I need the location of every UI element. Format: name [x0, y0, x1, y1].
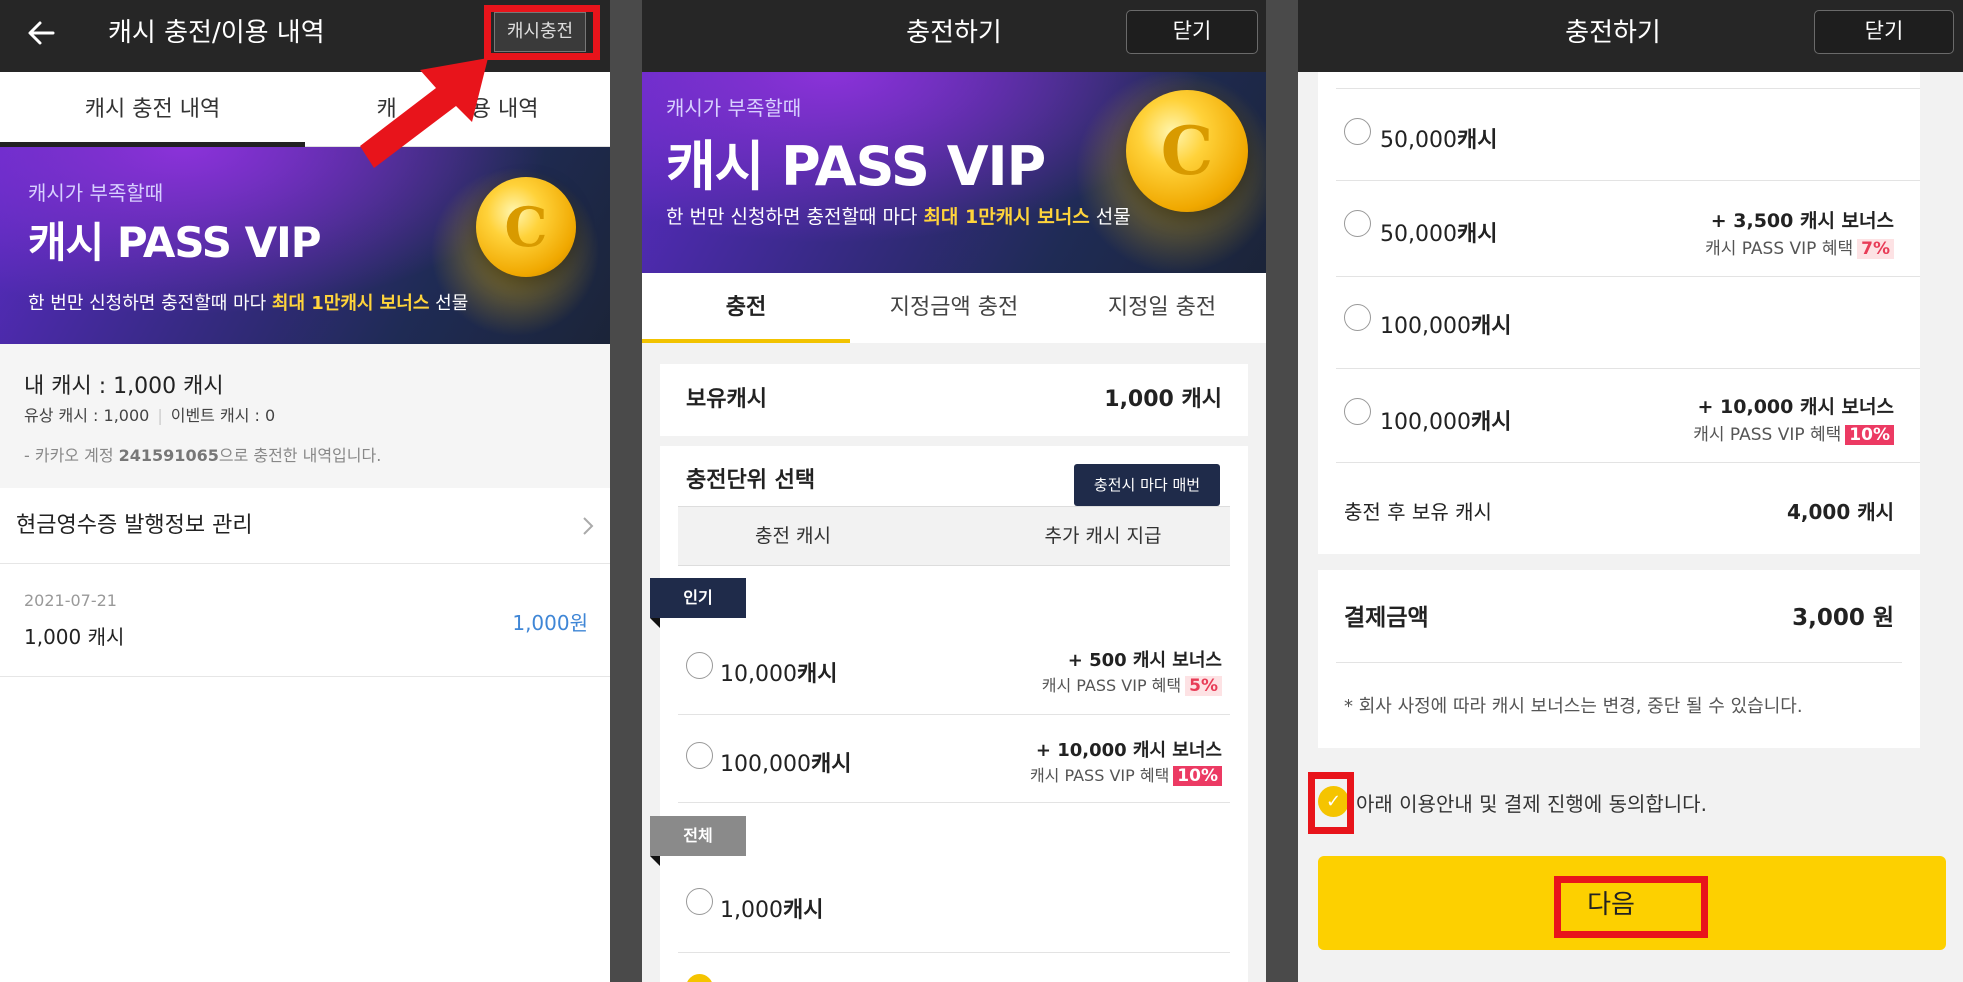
flag-popular: 인기 [650, 578, 746, 628]
column-header: 충전 캐시 추가 캐시 지급 [678, 506, 1230, 566]
highlight-next-button [1554, 876, 1708, 938]
close-button[interactable]: 닫기 [1126, 10, 1258, 54]
option-radio[interactable] [1344, 118, 1371, 145]
history-price: 1,000원 [512, 611, 588, 635]
option-vip: 캐시 PASS VIP 혜택 5% [1042, 672, 1222, 696]
bonus-notice: * 회사 사정에 따라 캐시 보너스는 변경, 중단 될 수 있습니다. [1344, 696, 1803, 717]
vip-banner[interactable]: 캐시가 부족할때 캐시 PASS VIP 한 번만 신청하면 충전할때 마다 최… [642, 72, 1266, 273]
banner-subtitle: 한 번만 신청하면 충전할때 마다 최대 1만캐시 보너스 선물 [28, 293, 469, 314]
option-amount: 10,000캐시 [720, 662, 838, 687]
receipt-settings-link[interactable]: 현금영수증 발행정보 관리 [0, 488, 610, 564]
history-row[interactable]: 2021-07-21 1,000 캐시 1,000원 [0, 565, 610, 677]
option-amount: 100,000캐시 [720, 752, 852, 777]
balance-value: 1,000 캐시 [1104, 387, 1222, 412]
agree-label: 아래 이용안내 및 결제 진행에 동의합니다. [1356, 792, 1707, 816]
vip-banner[interactable]: 캐시가 부족할때 캐시 PASS VIP 한 번만 신청하면 충전할때 마다 최… [0, 147, 610, 344]
tab-charge[interactable]: 충전 [642, 273, 850, 343]
option-bonus: + 3,500 캐시 보너스 [1710, 210, 1894, 232]
panel-cash-history: 캐시 충전/이용 내역 캐시충전 캐시 충전 내역 캐용 내역 캐시가 부족할때… [0, 0, 610, 982]
history-tabs: 캐시 충전 내역 캐용 내역 [0, 72, 610, 147]
coin-icon: C [1126, 90, 1248, 212]
account-note: - 카카오 계정 241591065으로 충전한 내역입니다. [24, 446, 382, 465]
option-radio[interactable] [686, 888, 713, 915]
paid-cash: 유상 캐시 : 1,000 [24, 406, 150, 425]
highlight-agree-checkbox [1308, 772, 1354, 834]
bonus-tooltip: 충전시 마다 매번 [1074, 464, 1220, 514]
highlight-charge-button [484, 5, 600, 60]
tab-fixed-amount[interactable]: 지정금액 충전 [850, 273, 1058, 343]
history-date: 2021-07-21 [24, 591, 117, 610]
after-balance-value: 4,000 캐시 [1786, 500, 1894, 524]
option-radio-selected[interactable] [686, 974, 713, 982]
banner-top-text: 캐시가 부족할때 [666, 96, 802, 120]
header: 충전하기 닫기 [1298, 0, 1963, 72]
event-cash: 이벤트 캐시 : 0 [170, 406, 276, 425]
payment-card: 결제금액 3,000 원 * 회사 사정에 따라 캐시 보너스는 변경, 중단 … [1318, 570, 1920, 748]
unit-select-card: 충전단위 선택 충전시 마다 매번 충전 캐시 추가 캐시 지급 인기 10,0… [650, 446, 1248, 982]
charge-type-tabs: 충전 지정금액 충전 지정일 충전 [642, 273, 1266, 343]
my-cash: 내 캐시 : 1,000 캐시 [24, 374, 224, 399]
flag-all: 전체 [650, 816, 746, 866]
back-arrow-icon[interactable] [26, 18, 56, 48]
chevron-right-icon [583, 517, 594, 535]
pay-amount-label: 결제금액 [1344, 605, 1429, 631]
page-title: 캐시 충전/이용 내역 [108, 18, 325, 48]
banner-subtitle: 한 번만 신청하면 충전할때 마다 최대 1만캐시 보너스 선물 [666, 206, 1131, 228]
tab-fixed-date[interactable]: 지정일 충전 [1058, 273, 1266, 343]
option-vip: 캐시 PASS VIP 혜택 10% [1030, 762, 1222, 786]
cash-breakdown: 유상 캐시 : 1,000 | 이벤트 캐시 : 0 [24, 406, 276, 425]
header: 충전하기 닫기 [642, 0, 1266, 72]
option-amount: 100,000캐시 [1380, 410, 1512, 435]
history-item: 1,000 캐시 [24, 625, 125, 649]
after-balance-label: 충전 후 보유 캐시 [1344, 500, 1492, 524]
option-amount: 100,000캐시 [1380, 314, 1512, 339]
option-radio[interactable] [686, 652, 713, 679]
option-radio[interactable] [1344, 210, 1371, 237]
tab-charge-history[interactable]: 캐시 충전 내역 [0, 72, 305, 147]
option-bonus: + 10,000 캐시 보너스 [1035, 740, 1222, 761]
banner-title: 캐시 PASS VIP [666, 135, 1046, 198]
option-amount: 50,000캐시 [1380, 128, 1498, 153]
panel-gap [1266, 0, 1298, 982]
option-amount: 1,000캐시 [720, 898, 824, 923]
panel-charge-step1: 충전하기 닫기 캐시가 부족할때 캐시 PASS VIP 한 번만 신청하면 충… [642, 0, 1266, 982]
tab-active-indicator [642, 339, 850, 343]
banner-title: 캐시 PASS VIP [28, 218, 321, 267]
option-radio[interactable] [1344, 398, 1371, 425]
option-radio[interactable] [1344, 304, 1371, 331]
coin-icon: C [476, 177, 576, 277]
panel-gap [610, 0, 642, 982]
unit-select-title: 충전단위 선택 [686, 468, 816, 493]
cash-info: 내 캐시 : 1,000 캐시 유상 캐시 : 1,000 | 이벤트 캐시 : 0… [0, 344, 610, 488]
option-radio[interactable] [686, 742, 713, 769]
pay-amount-value: 3,000 원 [1792, 605, 1894, 631]
balance-card: 보유캐시 1,000 캐시 [660, 364, 1248, 436]
option-bonus: + 500 캐시 보너스 [1067, 650, 1222, 671]
banner-top-text: 캐시가 부족할때 [28, 181, 164, 205]
option-vip: 캐시 PASS VIP 혜택 10% [1693, 420, 1894, 445]
red-arrow-icon [360, 58, 488, 168]
receipt-link-label: 현금영수증 발행정보 관리 [16, 513, 253, 538]
close-button[interactable]: 닫기 [1814, 10, 1954, 54]
balance-label: 보유캐시 [686, 387, 767, 412]
col-charge-cash: 충전 캐시 [755, 525, 831, 547]
option-vip: 캐시 PASS VIP 혜택 7% [1705, 234, 1894, 259]
col-extra-cash: 추가 캐시 지급 [1044, 525, 1162, 547]
panel-charge-step2: 충전하기 닫기 50,000캐시 50,000캐시 + 3,500 캐시 보너스… [1298, 0, 1963, 982]
option-amount: 50,000캐시 [1380, 222, 1498, 247]
option-bonus: + 10,000 캐시 보너스 [1697, 396, 1894, 418]
options-card: 50,000캐시 50,000캐시 + 3,500 캐시 보너스 캐시 PASS… [1318, 72, 1920, 554]
